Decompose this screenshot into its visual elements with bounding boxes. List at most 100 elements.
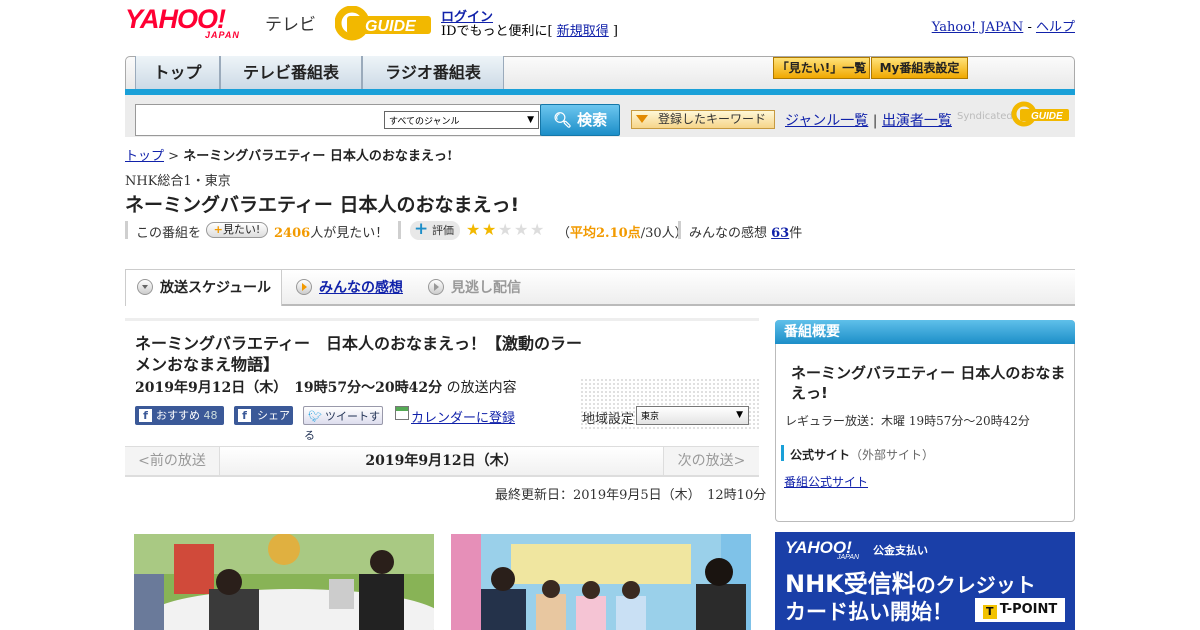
breadcrumb-sep: > xyxy=(164,149,184,164)
play-icon xyxy=(428,279,444,295)
tab-minogashi[interactable]: 見逃し配信 xyxy=(451,277,521,297)
ad-line2-a: カード払い開始 xyxy=(785,600,932,624)
ad-line2-b: ！ xyxy=(932,600,953,624)
breadcrumb-top-link[interactable]: トップ xyxy=(125,149,164,164)
mitai-count: 2406 xyxy=(274,226,311,241)
facebook-icon: f xyxy=(238,409,251,422)
tpoint-badge: T T-POINT xyxy=(975,598,1065,622)
region-select-value: 東京 xyxy=(641,412,660,422)
rating-average: （平均2.10点/30人） xyxy=(557,222,688,241)
chevron-down-icon xyxy=(137,279,153,295)
tweet-button[interactable]: 🐦︎ ツイートする xyxy=(303,406,383,442)
signup-link[interactable]: 新規取得 xyxy=(557,24,609,39)
search-button-label: 検索 xyxy=(577,111,608,129)
calendar-icon xyxy=(395,406,409,420)
calendar-link[interactable]: カレンダーに登録 xyxy=(411,407,515,426)
current-broadcast-date: 2019年9月12日（木） xyxy=(365,453,518,469)
header-links: Yahoo! JAPAN - ヘルプ xyxy=(932,16,1075,35)
id-prefix: IDでもっと便利に[ xyxy=(441,24,557,39)
rate-button[interactable]: + 評価 xyxy=(410,219,460,240)
last-updated: 最終更新日：2019年9月5日（木） 12時10分 xyxy=(495,488,767,503)
kanso-count-link[interactable]: 63 xyxy=(771,226,789,241)
search-links-sep: | xyxy=(868,113,882,129)
yahoo-japan-link[interactable]: Yahoo! JAPAN xyxy=(932,20,1024,35)
yahoo-logo[interactable]: YAHOO! xyxy=(125,6,226,33)
facebook-icon: f xyxy=(139,409,152,422)
ad-line1: NHK受信料のクレジット xyxy=(785,564,1036,599)
nav-tab-top[interactable]: トップ xyxy=(135,56,220,89)
tpoint-icon: T xyxy=(982,605,997,619)
breadcrumb: トップ > ネーミングバラエティー 日本人のおなまえっ! xyxy=(125,145,453,164)
page-title: ネーミングバラエティー 日本人のおなまえっ! xyxy=(125,194,520,216)
avg-value: 平均2.10点 xyxy=(570,226,641,241)
region-select[interactable]: 東京 ▼ xyxy=(636,406,749,425)
osusume-label: おすすめ xyxy=(156,409,200,422)
tpoint-label: T-POINT xyxy=(999,602,1058,617)
tab-schedule-label: 放送スケジュール xyxy=(160,280,272,296)
mitai-prefix: この番組を xyxy=(136,226,202,241)
twitter-bird-icon: 🐦︎ xyxy=(308,410,322,423)
nav-tab-radio-schedule[interactable]: ラジオ番組表 xyxy=(362,56,504,89)
genre-list-link[interactable]: ジャンル一覧 xyxy=(785,113,868,129)
nav-tab-tv-schedule[interactable]: テレビ番組表 xyxy=(220,56,362,89)
mitai-list-button[interactable]: 「見たい!」一覧 xyxy=(773,57,870,79)
performer-list-link[interactable]: 出演者一覧 xyxy=(882,113,952,129)
divider xyxy=(678,221,681,239)
channel-label: NHK総合1・東京 xyxy=(125,174,231,189)
rating-star-icon: ★ xyxy=(530,220,545,239)
gguide-small-logo: GUIDE xyxy=(1011,101,1069,127)
regular-broadcast: レギュラー放送：木曜 19時57分～20時42分 xyxy=(785,414,1030,428)
help-link[interactable]: ヘルプ xyxy=(1036,20,1075,35)
genre-select-value: すべてのジャンル xyxy=(389,117,460,127)
syndicated-label: Syndicated xyxy=(957,111,1013,122)
region-label: 地域設定 xyxy=(582,412,635,427)
facebook-share-button[interactable]: f シェア xyxy=(234,406,293,425)
gguide-text: GUIDE xyxy=(365,18,417,35)
chevron-down-icon: ▼ xyxy=(736,410,743,420)
nhk-payment-ad[interactable]: YAHOO! JAPAN 公金支払い NHK受信料のクレジット カード払い開始！… xyxy=(775,532,1075,630)
breadcrumb-current: ネーミングバラエティー 日本人のおなまえっ! xyxy=(183,149,453,164)
triangle-down-icon xyxy=(636,115,648,123)
gguide-logo[interactable]: GUIDE xyxy=(334,5,431,42)
avg-prefix: （ xyxy=(557,226,571,241)
search-links: ジャンル一覧 | 出演者一覧 xyxy=(785,110,952,130)
facebook-recommend-button[interactable]: f おすすめ 48 xyxy=(135,406,224,425)
episode-image-1[interactable] xyxy=(134,534,434,630)
rating-star-icon: ★ xyxy=(466,220,481,239)
gguide-small-text: GUIDE xyxy=(1031,111,1063,122)
osusume-count: 48 xyxy=(203,409,218,422)
tab-kanso[interactable]: みんなの感想 xyxy=(319,277,403,297)
mitai-button[interactable]: +見たい! xyxy=(206,222,268,238)
official-site-heading: 公式サイト（外部サイト） xyxy=(790,446,934,463)
header-link-sep: - xyxy=(1023,20,1036,35)
ad-line1-b: のクレジット xyxy=(915,573,1036,597)
yahoo-logo-japan: JAPAN xyxy=(205,30,240,40)
id-promo: IDでもっと便利に[ 新規取得 ] xyxy=(441,20,618,39)
next-broadcast-link[interactable]: 次の放送> xyxy=(663,447,759,475)
episode-image-2[interactable] xyxy=(451,534,751,630)
program-summary-title: ネーミングバラエティー 日本人のおなまえっ! xyxy=(791,364,1066,402)
official-site-link[interactable]: 番組公式サイト xyxy=(784,473,868,490)
kanso-suffix: 件 xyxy=(789,226,803,241)
play-icon xyxy=(296,279,312,295)
search-icon: 🔍︎ xyxy=(552,111,572,129)
genre-select[interactable]: すべてのジャンル ▼ xyxy=(384,111,539,129)
rating-star-icon: ★ xyxy=(498,220,513,239)
episode-datetime: 2019年9月12日（木） 19時57分～20時42分 xyxy=(135,380,443,396)
kanso-summary: みんなの感想 63件 xyxy=(689,222,802,241)
search-button[interactable]: 🔍︎ 検索 xyxy=(540,104,620,136)
plus-icon: + xyxy=(414,219,429,239)
registered-keyword-button[interactable]: 登録したキーワード xyxy=(631,110,775,129)
episode-date-suffix: の放送内容 xyxy=(446,380,517,396)
ad-line2: カード払い開始！ xyxy=(785,596,953,626)
my-schedule-button[interactable]: My番組表設定 xyxy=(871,57,968,79)
rating-star-icon: ★ xyxy=(514,220,529,239)
divider xyxy=(398,221,401,239)
kanso-label: みんなの感想 xyxy=(689,226,772,241)
tv-logo-text[interactable]: テレビ xyxy=(265,10,316,35)
ad-kind: 公金支払い xyxy=(873,544,928,557)
prev-broadcast-link[interactable]: <前の放送 xyxy=(125,447,220,475)
chevron-down-icon: ▼ xyxy=(527,115,534,125)
mitai-suffix: 人が見たい！ xyxy=(310,226,389,241)
official-site-label: 公式サイト xyxy=(790,448,851,462)
